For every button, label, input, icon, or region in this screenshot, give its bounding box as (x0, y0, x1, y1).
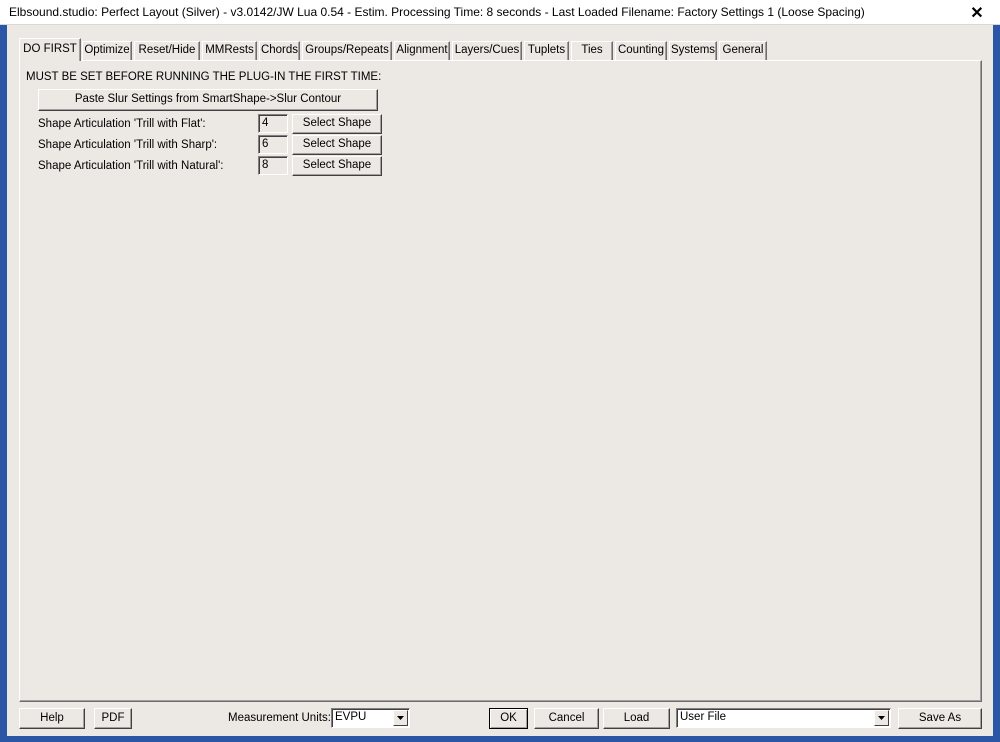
select-shape-natural-button[interactable]: Select Shape (292, 156, 382, 176)
tab-layers-cues[interactable]: Layers/Cues (452, 41, 522, 60)
tab-strip: DO FIRST Optimize Reset/Hide MMRests Cho… (19, 38, 979, 61)
trill-natural-label: Shape Articulation 'Trill with Natural': (38, 160, 224, 172)
file-type-value: User File (680, 711, 727, 723)
tab-label: Reset/Hide (138, 44, 196, 56)
pdf-button[interactable]: PDF (94, 708, 132, 729)
footer-bar: Help PDF Measurement Units: EVPU OK Canc… (7, 705, 993, 733)
dialog-client: DO FIRST Optimize Reset/Hide MMRests Cho… (7, 25, 993, 736)
tab-label: Optimize (84, 44, 130, 56)
tab-reset-hide[interactable]: Reset/Hide (134, 41, 200, 60)
measurement-units-label: Measurement Units: (228, 712, 331, 724)
trill-flat-label: Shape Articulation 'Trill with Flat': (38, 118, 206, 130)
save-as-button[interactable]: Save As (898, 708, 982, 729)
measurement-units-value: EVPU (335, 711, 367, 723)
chevron-down-icon[interactable] (874, 710, 889, 726)
tab-groups-repeats[interactable]: Groups/Repeats (302, 41, 392, 60)
tab-label: MMRests (205, 44, 254, 56)
close-button[interactable]: ✕ (954, 0, 1000, 25)
measurement-units-select[interactable]: EVPU (331, 708, 410, 728)
file-type-select[interactable]: User File (676, 708, 891, 728)
tab-alignment[interactable]: Alignment (394, 41, 450, 60)
tab-label: Counting (617, 44, 665, 56)
tab-label: Systems (670, 44, 716, 56)
tab-optimize[interactable]: Optimize (82, 41, 132, 60)
help-button[interactable]: Help (19, 708, 85, 729)
tab-label: Layers/Cues (454, 44, 520, 56)
tab-label: Alignment (396, 44, 448, 56)
ok-button[interactable]: OK (489, 708, 528, 729)
tab-label: General (722, 44, 764, 56)
cancel-button[interactable]: Cancel (534, 708, 599, 729)
trill-sharp-shape-field[interactable]: 6 (258, 135, 288, 154)
panel-header: MUST BE SET BEFORE RUNNING THE PLUG-IN T… (26, 71, 382, 83)
close-icon: ✕ (970, 4, 984, 22)
tab-label: Ties (581, 44, 603, 56)
tab-panel-do-first: MUST BE SET BEFORE RUNNING THE PLUG-IN T… (19, 60, 982, 702)
tab-label: Tuplets (527, 44, 566, 56)
load-button[interactable]: Load (603, 708, 670, 729)
window-title: Elbsound.studio: Perfect Layout (Silver)… (9, 5, 865, 19)
tab-label: DO FIRST (23, 43, 77, 55)
tab-systems[interactable]: Systems (669, 41, 717, 60)
tab-counting[interactable]: Counting (615, 41, 667, 60)
tab-tuplets[interactable]: Tuplets (524, 41, 569, 60)
tab-general[interactable]: General (719, 41, 767, 60)
tab-chords[interactable]: Chords (259, 41, 300, 60)
tab-label: Groups/Repeats (305, 44, 389, 56)
title-bar: Elbsound.studio: Perfect Layout (Silver)… (0, 0, 1000, 25)
tab-ties[interactable]: Ties (571, 41, 613, 60)
trill-natural-shape-field[interactable]: 8 (258, 156, 288, 175)
tab-label: Chords (260, 44, 299, 56)
trill-sharp-label: Shape Articulation 'Trill with Sharp': (38, 139, 218, 151)
select-shape-flat-button[interactable]: Select Shape (292, 114, 382, 134)
paste-slur-settings-button[interactable]: Paste Slur Settings from SmartShape->Slu… (38, 89, 378, 111)
chevron-down-icon[interactable] (393, 710, 408, 726)
trill-flat-shape-field[interactable]: 4 (258, 114, 288, 133)
select-shape-sharp-button[interactable]: Select Shape (292, 135, 382, 155)
tab-mmrests[interactable]: MMRests (202, 41, 257, 60)
plugin-window: Elbsound.studio: Perfect Layout (Silver)… (0, 0, 1000, 742)
tab-do-first[interactable]: DO FIRST (19, 38, 81, 61)
